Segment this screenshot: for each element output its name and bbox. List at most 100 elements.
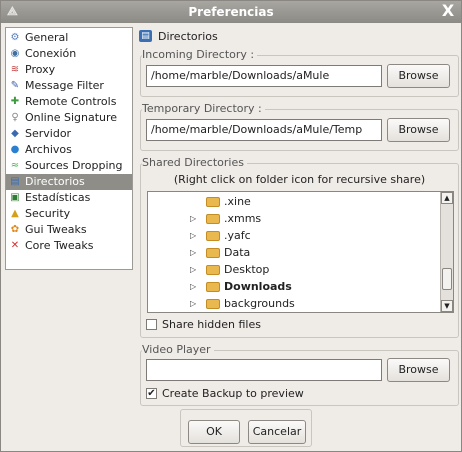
directories-header-icon: ▤ bbox=[139, 30, 152, 42]
sidebar-item-directories[interactable]: ▤ Directorios bbox=[6, 174, 132, 190]
folder-name: Downloads bbox=[224, 280, 292, 293]
sidebar-item-online-signature[interactable]: ♀ Online Signature bbox=[6, 110, 132, 126]
sidebar-item-label: Security bbox=[25, 207, 71, 220]
tree-item[interactable]: .xine bbox=[190, 194, 251, 210]
folder-name: .xmms bbox=[224, 212, 262, 225]
video-browse-button[interactable]: Browse bbox=[387, 358, 450, 382]
shared-directories-tree[interactable]: ▷ backgrounds ▷ Downloads ▷ Desktop ▷ Data ▷ .yaf… bbox=[147, 191, 454, 313]
sidebar-item-label: Message Filter bbox=[25, 79, 104, 92]
panel-title: Directorios bbox=[158, 29, 218, 43]
sidebar-item-label: Core Tweaks bbox=[25, 239, 94, 252]
sidebar-item-message-filter[interactable]: ✎ Message Filter bbox=[6, 78, 132, 94]
sidebar-item-security[interactable]: ▲ Security bbox=[6, 206, 132, 222]
files-icon: ● bbox=[10, 144, 20, 155]
sidebar-item-label: Conexión bbox=[25, 47, 77, 60]
window-title: Preferencias bbox=[188, 5, 274, 19]
sidebar-item-label: Directorios bbox=[25, 175, 85, 188]
connection-icon: ◉ bbox=[10, 48, 20, 59]
expand-arrow-icon[interactable]: ▷ bbox=[190, 228, 200, 244]
cancel-button[interactable]: Cancelar bbox=[248, 420, 306, 444]
share-hidden-label: Share hidden files bbox=[162, 318, 261, 331]
preferences-sidebar: ⚙ General ◉ Conexión ≋ Proxy ✎ Message Filter ✚ R… bbox=[5, 27, 133, 270]
sidebar-item-label: Remote Controls bbox=[25, 95, 117, 108]
sidebar-item-label: Gui Tweaks bbox=[25, 223, 87, 236]
sidebar-item-general[interactable]: ⚙ General bbox=[6, 30, 132, 46]
sidebar-item-server[interactable]: ◆ Servidor bbox=[6, 126, 132, 142]
folder-icon[interactable] bbox=[206, 282, 220, 292]
share-hidden-box[interactable] bbox=[146, 319, 157, 330]
expand-arrow-icon[interactable]: ▷ bbox=[190, 279, 200, 295]
shared-label: Shared Directories bbox=[142, 156, 247, 169]
folder-icon[interactable] bbox=[206, 231, 220, 241]
statistics-icon: ▣ bbox=[10, 192, 20, 203]
sidebar-item-statistics[interactable]: ▣ Estadísticas bbox=[6, 190, 132, 206]
folder-icon[interactable] bbox=[206, 248, 220, 258]
tree-item[interactable]: ▷ .xmms bbox=[190, 211, 261, 227]
tree-item[interactable]: ▷ Data bbox=[190, 245, 250, 261]
folder-icon[interactable] bbox=[206, 299, 220, 309]
sidebar-item-label: Servidor bbox=[25, 127, 72, 140]
temporary-directory-input[interactable]: /home/marble/Downloads/aMule/Temp bbox=[146, 119, 382, 141]
core-tweaks-icon: ✕ bbox=[10, 240, 20, 251]
sidebar-item-core-tweaks[interactable]: ✕ Core Tweaks bbox=[6, 238, 132, 254]
tree-item[interactable]: ▷ Desktop bbox=[190, 262, 269, 278]
panel-header: ▤ Directorios bbox=[139, 28, 218, 44]
folder-name: backgrounds bbox=[224, 297, 295, 310]
close-icon[interactable]: X bbox=[439, 2, 457, 20]
folder-name: .yafc bbox=[224, 229, 251, 242]
share-hidden-checkbox[interactable]: Share hidden files bbox=[146, 318, 261, 331]
online-signature-icon: ♀ bbox=[11, 112, 19, 123]
server-icon: ◆ bbox=[11, 128, 19, 139]
message-filter-icon: ✎ bbox=[10, 80, 20, 91]
scroll-up-icon[interactable]: ▲ bbox=[441, 192, 453, 204]
directories-icon: ▤ bbox=[10, 176, 20, 187]
temporary-browse-button[interactable]: Browse bbox=[387, 118, 450, 142]
folder-icon[interactable] bbox=[206, 265, 220, 275]
incoming-label: Incoming Directory : bbox=[142, 48, 258, 61]
temporary-label: Temporary Directory : bbox=[142, 102, 265, 115]
preferences-window: ⟁ Preferencias X ⚙ General ◉ Conexión ≋ Proxy… bbox=[0, 0, 462, 452]
video-player-input[interactable] bbox=[146, 359, 382, 381]
tree-item[interactable]: ▷ Downloads bbox=[190, 279, 292, 295]
expand-arrow-icon[interactable]: ▷ bbox=[190, 211, 200, 227]
incoming-directory-input[interactable]: /home/marble/Downloads/aMule bbox=[146, 65, 382, 87]
create-backup-box[interactable]: ✔ bbox=[146, 388, 157, 399]
create-backup-checkbox[interactable]: ✔ Create Backup to preview bbox=[146, 387, 304, 400]
proxy-icon: ≋ bbox=[10, 64, 20, 75]
folder-icon[interactable] bbox=[206, 197, 220, 207]
sidebar-item-sources-dropping[interactable]: ≈ Sources Dropping bbox=[6, 158, 132, 174]
sidebar-item-label: Sources Dropping bbox=[25, 159, 123, 172]
general-icon: ⚙ bbox=[10, 32, 20, 43]
sidebar-item-files[interactable]: ● Archivos bbox=[6, 142, 132, 158]
sidebar-item-label: Archivos bbox=[25, 143, 72, 156]
incoming-browse-button[interactable]: Browse bbox=[387, 64, 450, 88]
title-bar[interactable]: ⟁ Preferencias X bbox=[1, 1, 461, 23]
create-backup-label: Create Backup to preview bbox=[162, 387, 304, 400]
ok-button[interactable]: OK bbox=[188, 420, 240, 444]
sidebar-item-label: General bbox=[25, 31, 69, 44]
video-label: Video Player bbox=[142, 343, 214, 356]
shared-hint: (Right click on folder icon for recursiv… bbox=[173, 173, 426, 186]
sources-dropping-icon: ≈ bbox=[10, 160, 20, 171]
folder-name: Desktop bbox=[224, 263, 270, 276]
tree-item[interactable]: ▷ backgrounds bbox=[190, 296, 295, 312]
tree-item[interactable]: ▷ .yafc bbox=[190, 228, 251, 244]
tree-scrollbar[interactable]: ▲ ▼ bbox=[440, 192, 453, 312]
expand-arrow-icon[interactable]: ▷ bbox=[190, 296, 200, 312]
sidebar-item-label: Estadísticas bbox=[25, 191, 91, 204]
scroll-thumb[interactable] bbox=[442, 268, 452, 290]
sidebar-item-connection[interactable]: ◉ Conexión bbox=[6, 46, 132, 62]
expand-arrow-icon[interactable]: ▷ bbox=[190, 245, 200, 261]
sidebar-item-gui-tweaks[interactable]: ✿ Gui Tweaks bbox=[6, 222, 132, 238]
remote-controls-icon: ✚ bbox=[10, 96, 20, 107]
sidebar-item-label: Proxy bbox=[25, 63, 56, 76]
sidebar-item-remote-controls[interactable]: ✚ Remote Controls bbox=[6, 94, 132, 110]
sidebar-item-proxy[interactable]: ≋ Proxy bbox=[6, 62, 132, 78]
expand-arrow-icon[interactable]: ▷ bbox=[190, 262, 200, 278]
sidebar-item-label: Online Signature bbox=[25, 111, 118, 124]
folder-name: Data bbox=[224, 246, 251, 259]
gui-tweaks-icon: ✿ bbox=[10, 224, 20, 235]
folder-icon[interactable] bbox=[206, 214, 220, 224]
scroll-down-icon[interactable]: ▼ bbox=[441, 300, 453, 312]
security-icon: ▲ bbox=[11, 208, 19, 219]
